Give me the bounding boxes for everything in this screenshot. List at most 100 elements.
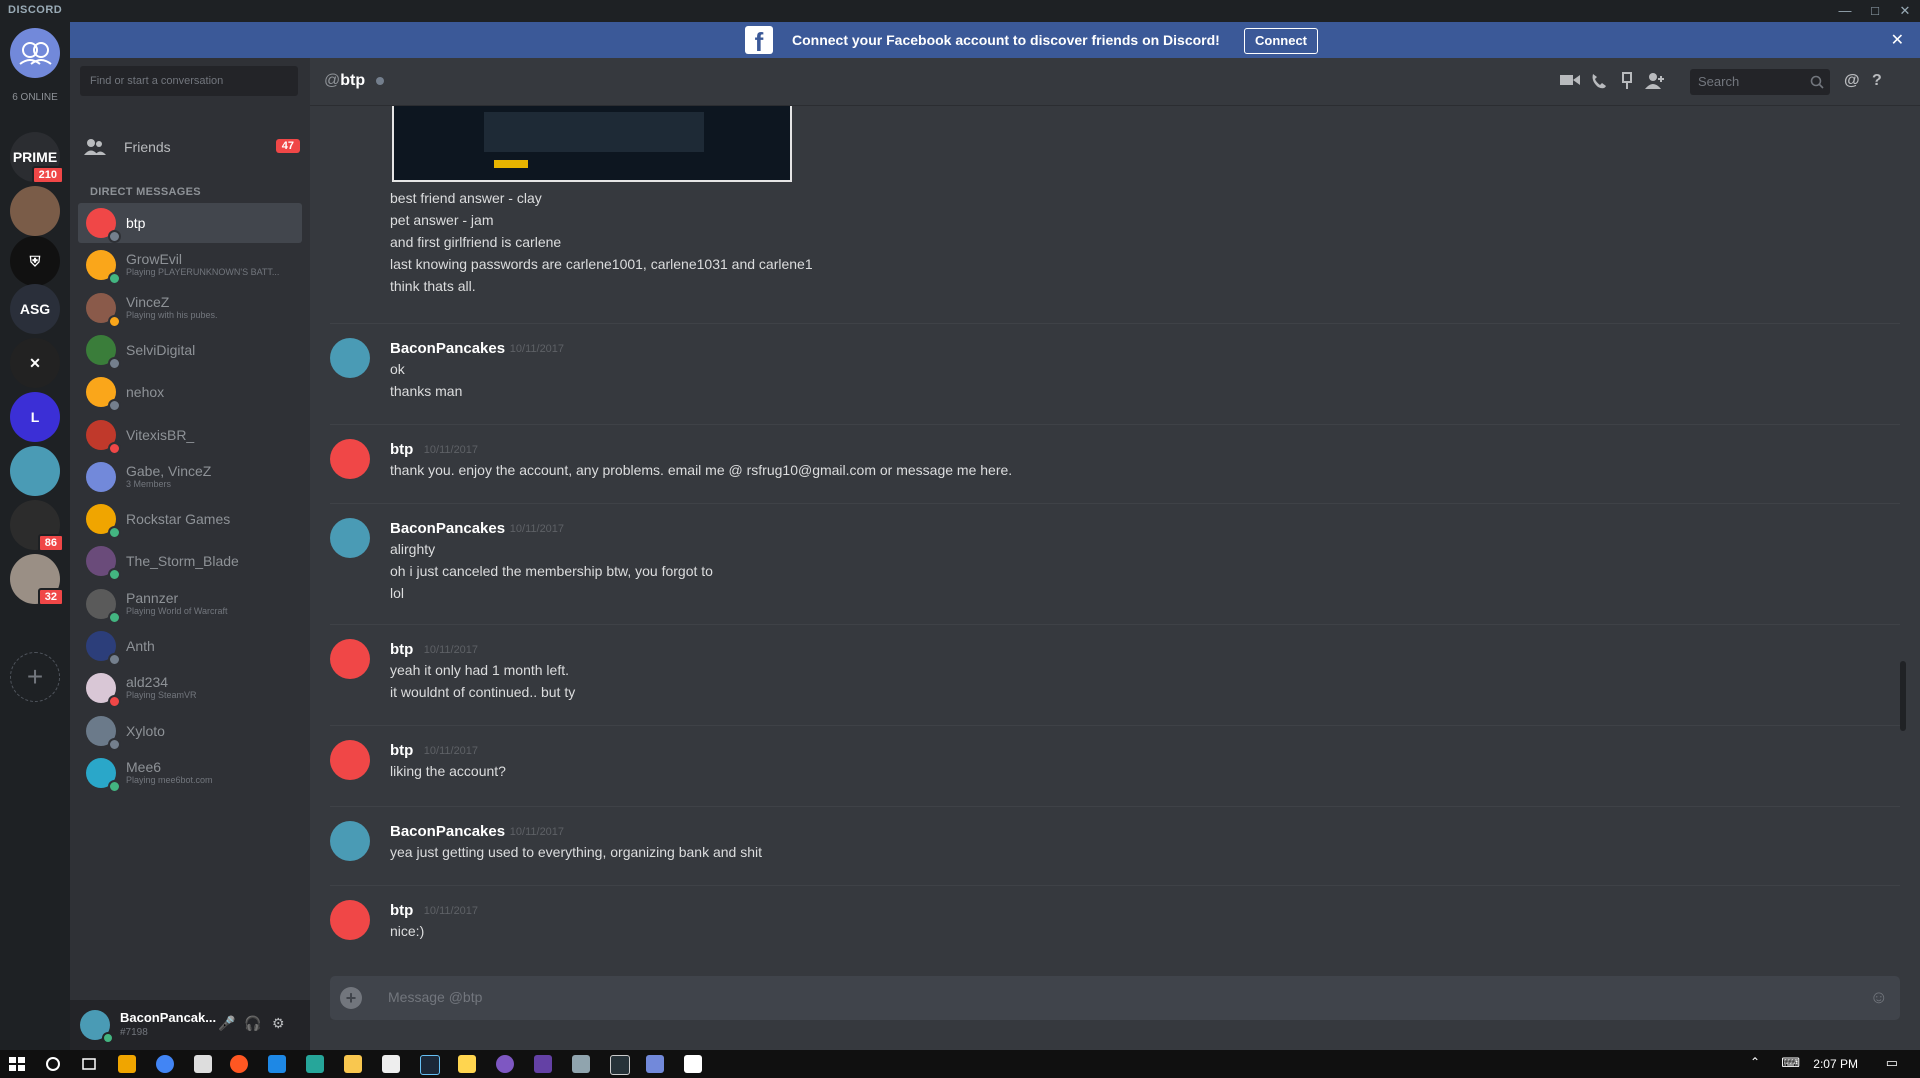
tray-chevron-icon[interactable]: ⌃ <box>1750 1055 1760 1069</box>
taskbar-app-icon[interactable] <box>496 1055 514 1073</box>
add-friend-icon[interactable] <box>1644 72 1666 90</box>
message-author[interactable]: BaconPancakes <box>390 340 505 357</box>
message-timestamp: 10/11/2017 <box>509 826 565 838</box>
sticky-notes-icon[interactable] <box>458 1055 476 1073</box>
scrollbar[interactable] <box>1900 661 1906 731</box>
dm-item[interactable]: nehox <box>78 372 302 412</box>
message-author[interactable]: btp <box>390 641 413 658</box>
user-panel: BaconPancak... #7198 🎤 🎧 ⚙ <box>70 1000 310 1050</box>
dm-item[interactable]: VitexisBR_ <box>78 415 302 455</box>
server-spartan[interactable]: ⛨ <box>10 236 60 286</box>
taskbar-app-icon[interactable] <box>572 1055 590 1073</box>
at-symbol: @ <box>324 72 341 89</box>
server-x-server[interactable]: ✕ <box>10 338 60 388</box>
message-avatar[interactable] <box>330 900 370 940</box>
conversation-search-input[interactable]: Find or start a conversation <box>80 66 298 96</box>
message-author[interactable]: btp <box>390 902 413 919</box>
friends-nav-item[interactable]: Friends 47 <box>78 128 300 166</box>
dm-item[interactable]: ald234 Playing SteamVR <box>78 668 302 708</box>
server-icon: ASG <box>19 301 51 317</box>
server-pancake[interactable] <box>10 446 60 496</box>
dm-item[interactable]: btp <box>78 203 302 243</box>
server-server-person[interactable] <box>10 186 60 236</box>
add-server-button[interactable]: + <box>10 652 60 702</box>
taskbar-app-icon[interactable] <box>118 1055 136 1073</box>
friends-icon <box>19 42 52 65</box>
message-avatar[interactable] <box>330 740 370 780</box>
dm-item[interactable]: VinceZ Playing with his pubes. <box>78 288 302 328</box>
close-window-button[interactable]: ✕ <box>1890 1 1920 21</box>
message-author[interactable]: btp <box>390 742 413 759</box>
upload-plus-icon[interactable]: + <box>340 987 362 1009</box>
message-author[interactable]: btp <box>390 441 413 458</box>
server-l-server[interactable]: L <box>10 392 60 442</box>
steam-icon[interactable] <box>420 1055 440 1075</box>
help-icon[interactable]: ? <box>1872 72 1882 90</box>
dm-activity: Playing mee6bot.com <box>126 775 213 785</box>
message-input[interactable]: Message @btp <box>388 989 482 1005</box>
server-dark-server[interactable]: 86 <box>10 500 64 552</box>
message-author[interactable]: BaconPancakes <box>390 823 505 840</box>
status-dot <box>108 315 121 328</box>
message-timestamp: 10/11/2017 <box>509 523 565 535</box>
mention-icon[interactable]: @ <box>1844 72 1860 90</box>
maximize-button[interactable]: □ <box>1860 1 1890 21</box>
message-avatar[interactable] <box>330 338 370 378</box>
attachment-button-preview <box>494 160 528 168</box>
message-avatar[interactable] <box>330 439 370 479</box>
clock[interactable]: 2:07 PM <box>1813 1057 1858 1071</box>
taskbar-app-icon[interactable] <box>610 1055 630 1075</box>
settings-icon[interactable]: ⚙ <box>272 1015 285 1032</box>
status-dot <box>108 611 121 624</box>
message-text: alirghty <box>390 541 436 557</box>
server-raccoon[interactable]: 32 <box>10 554 64 606</box>
message-author[interactable]: BaconPancakes <box>390 520 505 537</box>
dm-item[interactable]: Pannzer Playing World of Warcraft <box>78 584 302 624</box>
dm-item[interactable]: SelviDigital <box>78 330 302 370</box>
home-button[interactable] <box>10 28 60 78</box>
windows-start-icon[interactable] <box>8 1055 26 1073</box>
dm-item[interactable]: Gabe, VinceZ 3 Members <box>78 457 302 497</box>
edge-icon[interactable] <box>268 1055 286 1073</box>
notifications-icon[interactable]: ▭ <box>1886 1055 1898 1071</box>
emoji-icon[interactable]: ☺ <box>1870 987 1888 1008</box>
cortana-icon[interactable] <box>44 1055 62 1073</box>
status-dot <box>108 272 121 285</box>
taskbar-app-icon[interactable] <box>306 1055 324 1073</box>
message-avatar[interactable] <box>330 518 370 558</box>
message-avatar[interactable] <box>330 639 370 679</box>
message-list[interactable]: best friend answer - clay pet answer - ja… <box>310 106 1910 976</box>
server-prime-duels[interactable]: PRIME 210 <box>10 132 64 184</box>
voice-call-icon[interactable] <box>1590 72 1608 90</box>
store-icon[interactable] <box>194 1055 212 1073</box>
discord-taskbar-icon[interactable] <box>646 1055 664 1073</box>
dm-item[interactable]: Anth <box>78 626 302 666</box>
twitch-icon[interactable] <box>534 1055 552 1073</box>
notepad-icon[interactable] <box>382 1055 400 1073</box>
chrome-icon[interactable] <box>156 1055 174 1073</box>
dm-item[interactable]: Mee6 Playing mee6bot.com <box>78 753 302 793</box>
dm-item[interactable]: Xyloto <box>78 711 302 751</box>
dm-name: GrowEvil <box>126 251 183 267</box>
dm-item[interactable]: GrowEvil Playing PLAYERUNKNOWN'S BATT... <box>78 245 302 285</box>
attachment-image[interactable] <box>392 106 792 182</box>
server-asg[interactable]: ASG <box>10 284 60 334</box>
dm-item[interactable]: The_Storm_Blade <box>78 541 302 581</box>
video-call-icon[interactable] <box>1560 72 1580 88</box>
headset-icon[interactable]: 🎧 <box>244 1015 261 1032</box>
close-banner-icon[interactable]: ✕ <box>1891 30 1904 50</box>
message-avatar[interactable] <box>330 821 370 861</box>
message-divider <box>330 806 1900 807</box>
connect-button[interactable]: Connect <box>1244 28 1318 54</box>
status-dot <box>108 738 121 751</box>
photos-icon[interactable] <box>684 1055 702 1073</box>
chat-search-input[interactable]: Search <box>1690 69 1830 95</box>
taskbar-app-icon[interactable] <box>230 1055 248 1073</box>
minimize-button[interactable]: — <box>1830 1 1860 21</box>
keyboard-icon[interactable]: ⌨ <box>1781 1055 1800 1071</box>
dm-item[interactable]: Rockstar Games <box>78 499 302 539</box>
file-explorer-icon[interactable] <box>344 1055 362 1073</box>
task-view-icon[interactable] <box>80 1055 98 1073</box>
pin-icon[interactable] <box>1620 72 1634 90</box>
microphone-icon[interactable]: 🎤 <box>218 1015 235 1032</box>
